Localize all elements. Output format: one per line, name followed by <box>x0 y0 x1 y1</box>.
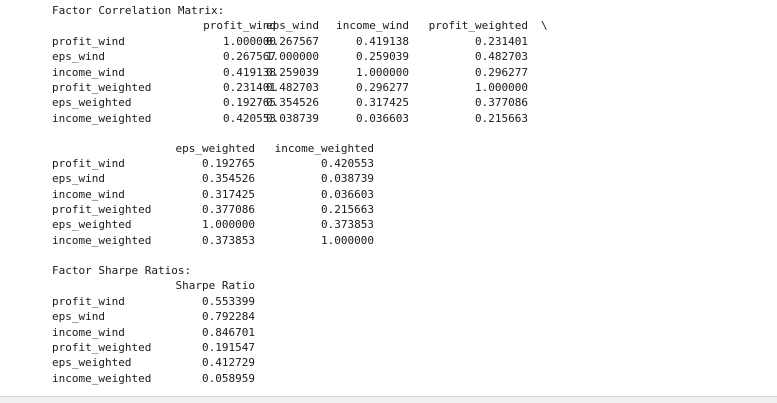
correlation-value: 0.296277 <box>475 66 528 79</box>
column-header: profit_weighted <box>428 19 528 32</box>
correlation-value: 0.373853 <box>202 234 255 247</box>
correlation-value: 0.215663 <box>475 112 528 125</box>
row-label: profit_weighted <box>52 341 152 354</box>
row-label: eps_wind <box>52 310 105 323</box>
row-label: income_weighted <box>52 112 152 125</box>
console-output: Factor Correlation Matrix: profit_windep… <box>0 0 777 396</box>
sharpe-value: 0.846701 <box>202 326 255 339</box>
correlation-value: 0.259039 <box>356 50 409 63</box>
row-label: profit_wind <box>52 157 125 170</box>
row-label: eps_wind <box>52 50 105 63</box>
column-header: eps_weighted <box>175 142 255 155</box>
sharpe-value: 0.058959 <box>202 372 255 385</box>
correlation-value: 0.192765 <box>202 157 255 170</box>
correlation-value: 0.419138 <box>356 35 409 48</box>
correlation-value: 0.038739 <box>321 172 374 185</box>
sharpe-value: 0.412729 <box>202 356 255 369</box>
row-label: eps_weighted <box>52 96 132 109</box>
column-header: income_weighted <box>274 142 374 155</box>
correlation-value: 1.000000 <box>321 234 374 247</box>
correlation-value: 0.215663 <box>321 203 374 216</box>
correlation-value: 0.036603 <box>321 188 374 201</box>
correlation-value: 0.354526 <box>202 172 255 185</box>
row-label: eps_wind <box>52 172 105 185</box>
correlation-value: 1.000000 <box>475 81 528 94</box>
row-label: income_wind <box>52 66 125 79</box>
sharpe-title: Factor Sharpe Ratios: <box>52 264 192 277</box>
correlation-value: 0.317425 <box>202 188 255 201</box>
row-label: profit_wind <box>52 295 125 308</box>
sharpe-value: 0.553399 <box>202 295 255 308</box>
correlation-value: 0.373853 <box>321 218 374 231</box>
correlation-value: 1.000000 <box>202 218 255 231</box>
correlation-value: 0.420553 <box>321 157 374 170</box>
row-label: eps_weighted <box>52 356 132 369</box>
row-label: income_weighted <box>52 234 152 247</box>
column-header: income_wind <box>336 19 409 32</box>
row-label: income_weighted <box>52 372 152 385</box>
sharpe-value: 0.792284 <box>202 310 255 323</box>
row-label: profit_weighted <box>52 81 152 94</box>
correlation-value: 1.000000 <box>356 66 409 79</box>
row-label: profit_wind <box>52 35 125 48</box>
row-label: income_wind <box>52 326 125 339</box>
correlation-value: 0.231401 <box>475 35 528 48</box>
row-label: profit_weighted <box>52 203 152 216</box>
correlation-value: 0.036603 <box>356 112 409 125</box>
correlation-value: 0.377086 <box>475 96 528 109</box>
correlation-value: 0.377086 <box>202 203 255 216</box>
correlation-value: 0.296277 <box>356 81 409 94</box>
continuation-marker: \ <box>541 19 548 32</box>
correlation-value: 0.482703 <box>475 50 528 63</box>
row-label: eps_weighted <box>52 218 132 231</box>
row-label: income_wind <box>52 188 125 201</box>
correlation-value: 0.317425 <box>356 96 409 109</box>
sharpe-value: 0.191547 <box>202 341 255 354</box>
correlation-title: Factor Correlation Matrix: <box>52 4 225 17</box>
column-header: Sharpe Ratio <box>175 279 255 292</box>
